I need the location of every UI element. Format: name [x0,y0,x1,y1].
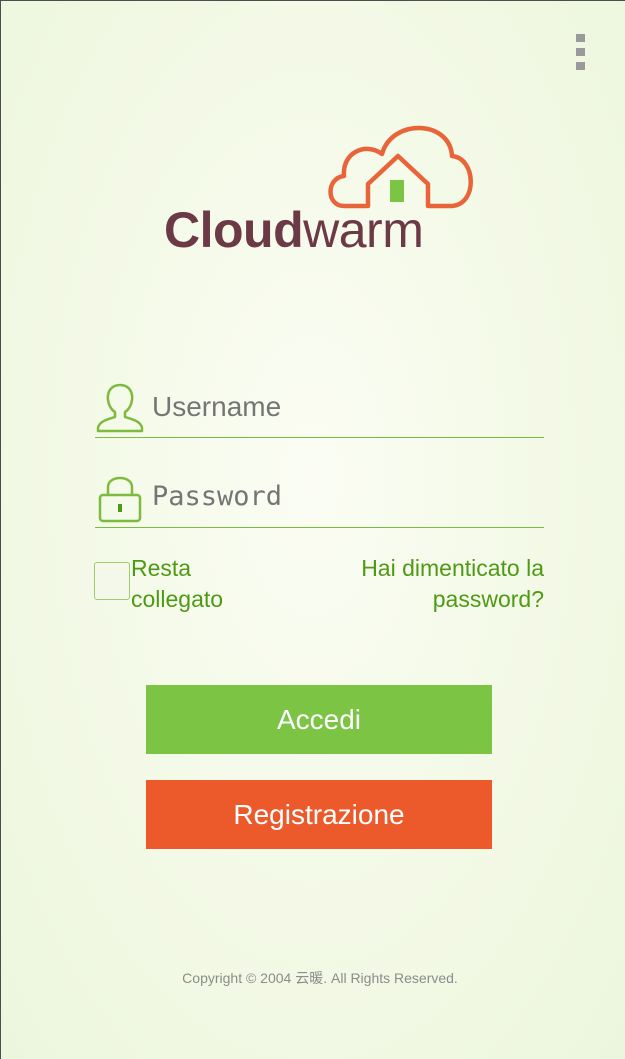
username-input[interactable] [152,387,532,427]
password-field[interactable] [95,471,544,528]
password-input[interactable] [152,477,532,517]
copyright-text: Copyright © 2004 云暖. All Rights Reserved… [182,970,458,986]
forgot-password-link[interactable]: Hai dimenticato la password? [284,553,544,615]
remember-me-checkbox[interactable] [94,562,130,600]
remember-me-label[interactable]: Resta collegato [131,553,281,615]
brand-name: Cloudwarm [164,200,424,260]
brand-name-bold: Cloud [164,202,304,258]
app-logo: Cloudwarm [160,112,480,262]
user-icon [96,383,144,433]
lock-icon [98,476,142,523]
register-button[interactable]: Registrazione [146,780,492,849]
login-button[interactable]: Accedi [146,685,492,754]
username-field[interactable] [95,381,544,438]
overflow-menu-icon[interactable] [576,34,585,70]
brand-name-light: warm [303,202,424,258]
